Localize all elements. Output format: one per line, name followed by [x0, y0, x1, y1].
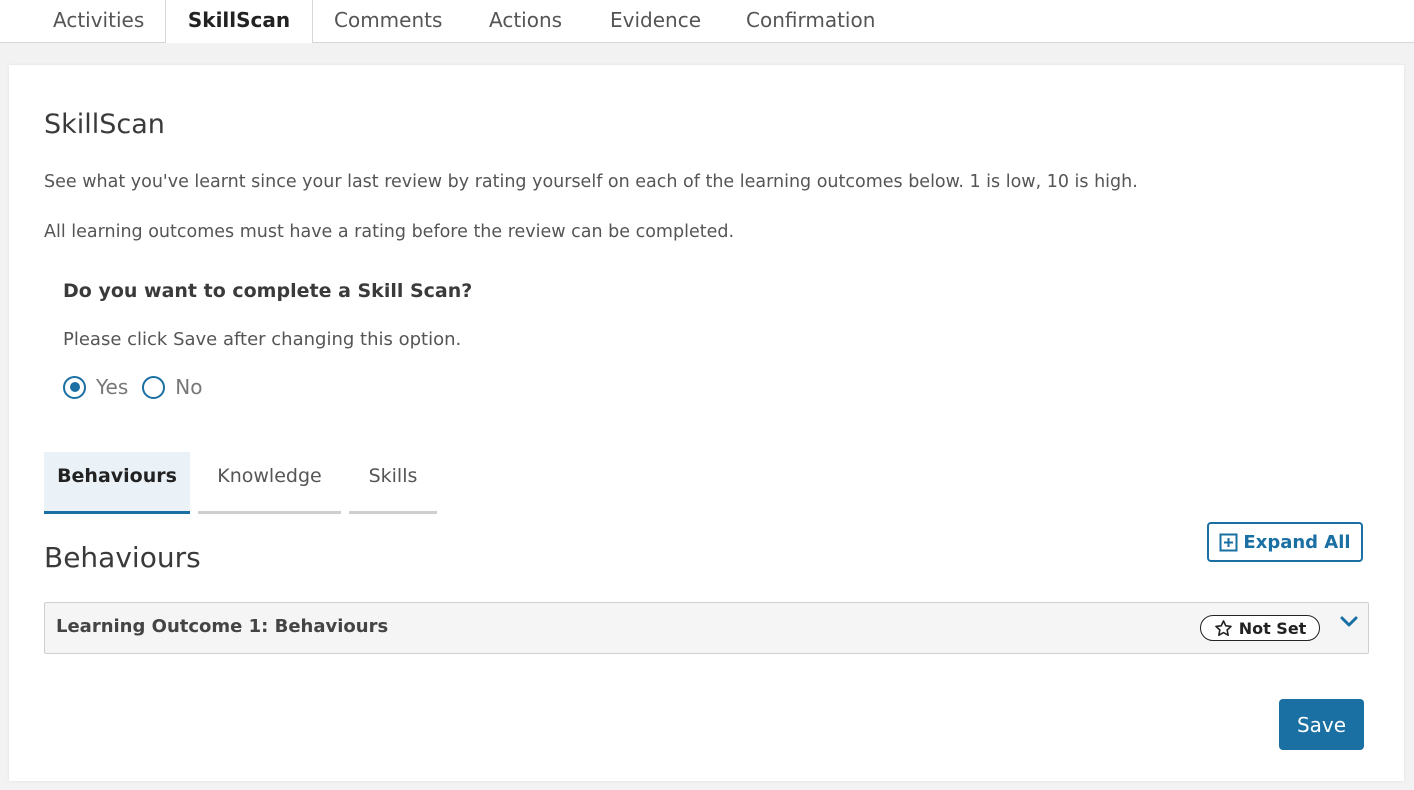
radio-yes[interactable]: Yes	[63, 375, 128, 399]
skill-scan-radio-group: Yes No	[63, 372, 217, 402]
intro-text: See what you've learnt since your last r…	[44, 172, 1138, 192]
subtab-knowledge[interactable]: Knowledge	[198, 452, 341, 514]
skillscan-panel: SkillScan See what you've learnt since y…	[9, 65, 1404, 781]
status-badge: Not Set	[1200, 615, 1320, 641]
tab-actions[interactable]: Actions	[489, 0, 562, 42]
radio-yes-label[interactable]: Yes	[96, 375, 128, 399]
radio-no-label[interactable]: No	[175, 375, 202, 399]
radio-no-circle[interactable]	[142, 375, 166, 399]
plus-square-icon	[1219, 533, 1238, 551]
expand-all-button[interactable]: Expand All	[1207, 522, 1363, 562]
chevron-down-icon[interactable]	[1339, 615, 1359, 629]
tab-confirmation[interactable]: Confirmation	[746, 0, 875, 42]
subtab-skills[interactable]: Skills	[349, 452, 437, 514]
save-button[interactable]: Save	[1279, 699, 1364, 750]
section-title: Behaviours	[44, 541, 201, 574]
radio-no[interactable]: No	[142, 375, 203, 399]
requirement-text: All learning outcomes must have a rating…	[44, 222, 735, 242]
tab-evidence[interactable]: Evidence	[610, 0, 701, 42]
learning-outcome-accordion[interactable]: Learning Outcome 1: Behaviours Not Set	[44, 602, 1369, 654]
tab-skillscan[interactable]: SkillScan	[165, 0, 313, 43]
learning-outcome-title[interactable]: Learning Outcome 1: Behaviours	[56, 616, 388, 637]
expand-all-label[interactable]: Expand All	[1243, 532, 1350, 553]
radio-yes-circle[interactable]	[63, 375, 86, 399]
star-outline-icon	[1214, 619, 1232, 636]
page-title: SkillScan	[44, 109, 165, 140]
top-tab-bar: Activities SkillScan Comments Actions Ev…	[0, 0, 1414, 43]
save-hint: Please click Save after changing this op…	[63, 329, 462, 350]
status-label: Not Set	[1238, 618, 1307, 638]
tab-comments[interactable]: Comments	[334, 0, 442, 42]
tab-activities[interactable]: Activities	[53, 0, 144, 42]
skill-scan-question: Do you want to complete a Skill Scan?	[63, 280, 473, 302]
subtab-behaviours[interactable]: Behaviours	[44, 452, 190, 514]
